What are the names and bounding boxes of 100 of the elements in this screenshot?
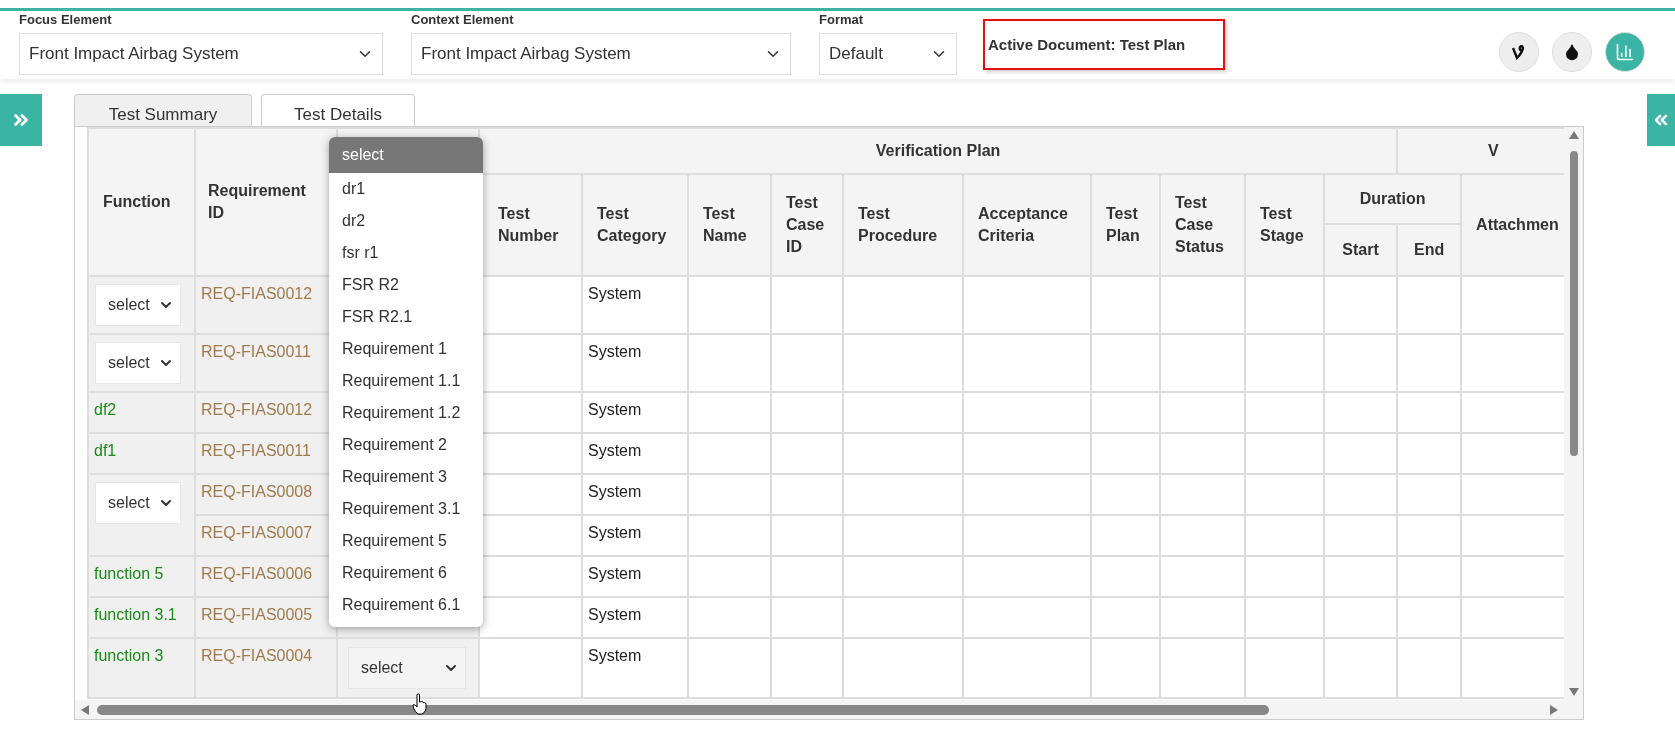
dropdown-option[interactable]: select (329, 137, 483, 173)
dropdown-option[interactable]: Requirement 5 (329, 525, 483, 557)
table-cell: System (588, 343, 642, 360)
scroll-left-icon[interactable] (81, 704, 89, 715)
filter-label: Format (819, 12, 865, 27)
table-cell (771, 392, 843, 433)
dropdown-option[interactable]: Requirement 1.1 (329, 365, 483, 397)
column-header: Attachmen (1461, 174, 1564, 276)
column-header: Test Name (688, 174, 771, 276)
requirement-id: REQ-FIAS0011 (201, 343, 311, 360)
column-header: Test Procedure (843, 174, 963, 276)
expand-left-button[interactable] (0, 94, 42, 146)
requirement-select[interactable]: select (348, 647, 466, 689)
scroll-right-icon[interactable] (1550, 704, 1558, 715)
table-cell (1091, 392, 1160, 433)
requirement-id: REQ-FIAS0006 (201, 565, 313, 582)
column-header: Function (88, 128, 195, 276)
table-cell (771, 334, 843, 392)
dropdown-option[interactable]: dr2 (329, 205, 483, 237)
table-cell (1091, 276, 1160, 334)
requirement-id: REQ-FIAS0011 (201, 442, 311, 459)
group-header: V (1397, 128, 1564, 174)
filter-select[interactable]: Default (819, 33, 957, 75)
column-header: Test Plan (1091, 174, 1160, 276)
table-cell: System (588, 606, 642, 623)
chart-button[interactable] (1605, 32, 1645, 72)
table-cell (771, 276, 843, 334)
table-cell (771, 433, 843, 474)
horizontal-scrollbar[interactable] (75, 700, 1564, 719)
dropdown-option[interactable]: Requirement 3.1 (329, 493, 483, 525)
table-cell: System (588, 524, 642, 541)
column-header: Acceptance Criteria (963, 174, 1091, 276)
table-cell: System (588, 401, 642, 418)
table-cell (771, 638, 843, 698)
function-name: df1 (94, 442, 117, 459)
filter-label: Focus Element (19, 12, 113, 27)
table-cell (1397, 276, 1462, 334)
table-cell (1091, 638, 1160, 698)
dropdown-option[interactable]: Requirement 3 (329, 461, 483, 493)
column-header: Test Stage (1245, 174, 1324, 276)
requirement-id: REQ-FIAS0008 (201, 483, 313, 500)
table-cell: System (588, 483, 642, 500)
scroll-down-icon[interactable] (1568, 688, 1579, 696)
hand-cursor-icon (412, 693, 428, 715)
column-header: End (1397, 224, 1462, 276)
vertical-scrollbar[interactable] (1564, 127, 1583, 700)
tab[interactable]: Test Details (261, 94, 415, 127)
function-name: function 3.1 (94, 606, 177, 623)
filter-select[interactable]: Front Impact Airbag System (19, 33, 383, 75)
dropdown-option[interactable]: Requirement 1.2 (329, 397, 483, 429)
column-header: Test Case ID (771, 174, 843, 276)
requirement-id: REQ-FIAS0007 (201, 524, 313, 541)
table-cell (771, 597, 843, 638)
table-cell (1091, 474, 1160, 515)
column-header: Duration (1324, 174, 1462, 224)
table-cell (1397, 433, 1462, 474)
requirement-id: REQ-FIAS0012 (201, 285, 313, 302)
table-cell: System (588, 647, 642, 664)
table-cell (771, 556, 843, 597)
column-header: Test Category (582, 174, 688, 276)
active-document-label: Active Document: Test Plan (983, 19, 1225, 70)
dropdown-option[interactable]: dr1 (329, 173, 483, 205)
table-cell (1397, 638, 1462, 698)
table-cell (1091, 334, 1160, 392)
dropdown-option[interactable]: fsr r1 (329, 237, 483, 269)
function-select[interactable]: select (95, 342, 181, 384)
requirement-id: REQ-FIAS0004 (201, 647, 313, 664)
dropdown-option[interactable]: Requirement 2 (329, 429, 483, 461)
function-name: function 3 (94, 647, 164, 664)
table-cell (1091, 597, 1160, 638)
filter-label: Context Element (411, 12, 515, 27)
requirement-id: REQ-FIAS0005 (201, 606, 313, 623)
bar-chart-icon (1615, 42, 1635, 62)
function-select[interactable]: select (95, 482, 181, 524)
filter-select[interactable]: Front Impact Airbag System (411, 33, 791, 75)
table-cell (1397, 597, 1462, 638)
table-cell (1397, 474, 1462, 515)
dropdown-option[interactable]: Requirement 1 (329, 333, 483, 365)
dropdown-option[interactable]: Requirement 6 (329, 557, 483, 589)
dropdown-option[interactable]: FSR R2 (329, 269, 483, 301)
table-cell (1091, 433, 1160, 474)
scroll-up-icon[interactable] (1568, 131, 1579, 139)
table-cell (1397, 334, 1462, 392)
column-header: Start (1324, 224, 1398, 276)
droplet-button[interactable] (1552, 32, 1592, 72)
scrollbar-thumb[interactable] (1569, 151, 1578, 456)
table-cell (771, 515, 843, 556)
v-logo-icon (1511, 44, 1527, 60)
tab[interactable]: Test Summary (74, 94, 252, 126)
expand-right-button[interactable] (1647, 94, 1675, 146)
table-cell: System (588, 565, 642, 582)
vine-icon-button[interactable] (1499, 32, 1539, 72)
function-select[interactable]: select (95, 284, 181, 326)
table-cell (1397, 556, 1462, 597)
function-name: df2 (94, 401, 117, 418)
dropdown-option[interactable]: FSR R2.1 (329, 301, 483, 333)
dropdown-option[interactable]: Requirement 6.1 (329, 589, 483, 621)
column-header: Requirement ID (195, 128, 337, 276)
droplet-icon (1563, 43, 1581, 61)
scrollbar-thumb[interactable] (97, 704, 1269, 715)
